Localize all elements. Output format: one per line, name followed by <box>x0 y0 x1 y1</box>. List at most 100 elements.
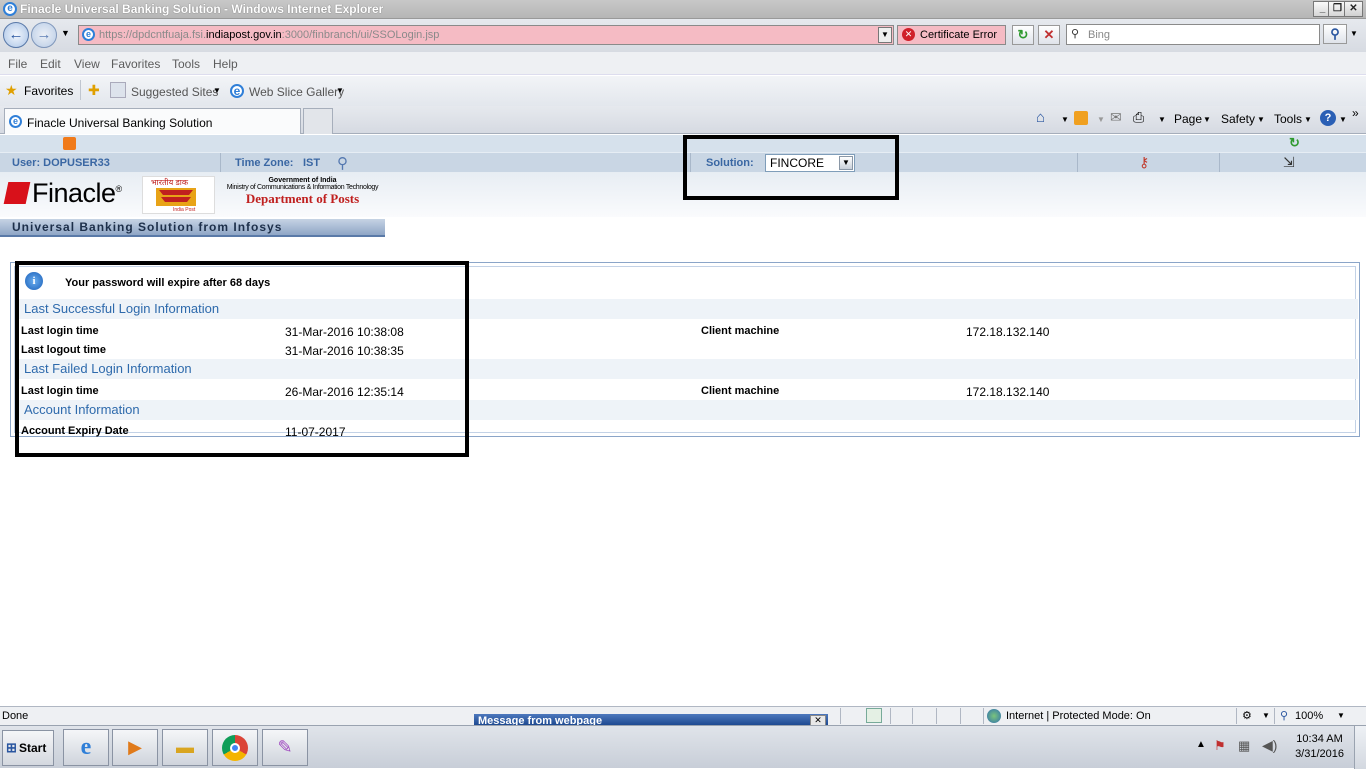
india-post-english-text: India Post <box>173 207 196 213</box>
protected-mode-dropdown-icon[interactable]: ▼ <box>1262 711 1270 720</box>
recent-pages-dropdown-icon[interactable]: ▼ <box>61 28 70 38</box>
web-slice-gallery-link[interactable]: Web Slice Gallery <box>249 85 344 99</box>
add-favorites-icon[interactable]: ✚ <box>88 82 100 99</box>
tools-dropdown-icon[interactable]: ▼ <box>1304 115 1312 124</box>
menu-edit[interactable]: Edit <box>40 57 61 71</box>
navigation-bar: ← → ▼ e https://dpdcntfuaja.fsi.indiapos… <box>0 19 1366 52</box>
safety-menu[interactable]: Safety <box>1221 112 1255 126</box>
finacle-logo: Finacle® <box>3 178 122 209</box>
solution-highlight-box <box>683 135 899 200</box>
failed-client-machine-value: 172.18.132.140 <box>966 385 1050 399</box>
menu-file[interactable]: File <box>8 57 27 71</box>
divider <box>1219 153 1220 173</box>
address-url: https://dpdcntfuaja.fsi.indiapost.gov.in… <box>99 29 440 41</box>
divider <box>220 153 221 173</box>
rss-icon[interactable] <box>63 137 76 150</box>
feeds-dropdown-icon[interactable]: ▼ <box>1097 115 1105 124</box>
volume-icon[interactable]: ◀) <box>1262 737 1277 754</box>
menu-help[interactable]: Help <box>213 57 238 71</box>
back-button[interactable]: ← <box>3 22 29 48</box>
web-slice-dropdown-icon[interactable]: ▼ <box>336 86 344 95</box>
certificate-error-label: Certificate Error <box>920 29 998 41</box>
suggested-sites-link[interactable]: Suggested Sites <box>131 85 218 99</box>
safety-dropdown-icon[interactable]: ▼ <box>1257 115 1265 124</box>
key-icon[interactable]: ⚷ <box>1139 154 1149 171</box>
favorites-star-icon: ★ <box>5 82 18 98</box>
start-label: Start <box>19 741 47 755</box>
zoom-level[interactable]: 100% <box>1295 710 1323 722</box>
divider <box>912 708 913 724</box>
divider <box>890 708 891 724</box>
address-bar[interactable]: e https://dpdcntfuaja.fsi.indiapost.gov.… <box>78 25 894 45</box>
feeds-icon[interactable] <box>1074 111 1088 125</box>
forward-button[interactable]: → <box>31 22 57 48</box>
help-dropdown-icon[interactable]: ▼ <box>1339 115 1347 124</box>
network-icon[interactable]: ▦ <box>1238 738 1250 754</box>
search-icon: ⚲ <box>1071 28 1080 40</box>
finacle-logo-text: Finacle <box>32 178 116 208</box>
divider <box>1236 708 1237 724</box>
favorites-bar: ★ Favorites ✚ Suggested Sites ▼ e Web Sl… <box>0 76 1366 106</box>
tab-title: Finacle Universal Banking Solution <box>27 116 213 130</box>
status-text: Done <box>2 710 29 722</box>
protected-mode-icon[interactable]: ⚙ <box>1242 709 1252 722</box>
show-hidden-icons-icon[interactable]: ▲ <box>1196 739 1206 750</box>
refresh-button[interactable]: ↻ <box>1012 25 1034 45</box>
zoom-icon[interactable]: ⚲ <box>1280 709 1288 722</box>
tools-menu[interactable]: Tools <box>1274 112 1302 126</box>
page-dropdown-icon[interactable]: ▼ <box>1203 115 1211 124</box>
system-clock[interactable]: 10:34 AM 3/31/2016 <box>1295 732 1344 762</box>
client-machine-label: Client machine <box>701 325 780 337</box>
taskbar-explorer-icon[interactable]: ▬ <box>162 729 208 766</box>
taskbar-media-player-icon[interactable]: ▶ <box>112 729 158 766</box>
clock-time: 10:34 AM <box>1296 733 1343 745</box>
certificate-error-button[interactable]: ✕ Certificate Error <box>897 25 1006 45</box>
zoom-dropdown-icon[interactable]: ▼ <box>1337 711 1345 720</box>
search-button[interactable]: ⚲ <box>1323 24 1347 44</box>
logout-icon[interactable]: ⇲ <box>1283 154 1295 171</box>
show-desktop-button[interactable] <box>1354 726 1366 769</box>
favorites-button[interactable]: Favorites <box>24 84 73 98</box>
menu-favorites[interactable]: Favorites <box>111 57 160 71</box>
print-dropdown-icon[interactable]: ▼ <box>1158 115 1166 124</box>
user-label: User: DOPUSER33 <box>12 157 110 169</box>
divider <box>1274 708 1275 724</box>
more-commands-icon[interactable]: » <box>1352 106 1359 120</box>
address-dropdown-icon[interactable]: ▼ <box>878 27 892 43</box>
menu-tools[interactable]: Tools <box>172 57 200 71</box>
tab-finacle[interactable]: e Finacle Universal Banking Solution <box>4 108 301 134</box>
page-menu[interactable]: Page <box>1174 112 1202 126</box>
page-icon: e <box>82 28 95 41</box>
shield-error-icon: ✕ <box>902 28 915 41</box>
suggested-sites-dropdown-icon[interactable]: ▼ <box>213 86 221 95</box>
menu-bar: File Edit View Favorites Tools Help <box>0 52 1366 75</box>
stop-button[interactable]: ✕ <box>1038 25 1060 45</box>
new-tab-button[interactable] <box>303 108 333 134</box>
read-mail-icon[interactable]: ✉ <box>1110 109 1122 126</box>
failed-client-machine-label: Client machine <box>701 385 780 397</box>
taskbar-ie-icon[interactable]: e <box>63 729 109 766</box>
ie-icon: e <box>3 2 17 16</box>
start-button[interactable]: ⊞ Start <box>2 730 54 766</box>
print-icon[interactable]: ⎙ <box>1133 109 1144 126</box>
home-icon[interactable]: ⌂ <box>1036 109 1045 126</box>
refresh-app-icon[interactable]: ↻ <box>1289 136 1303 150</box>
divider <box>1077 153 1078 173</box>
close-window-button[interactable]: ✕ <box>1344 1 1363 17</box>
security-zone-text[interactable]: Internet | Protected Mode: On <box>1006 710 1151 722</box>
tab-bar: e Finacle Universal Banking Solution ⌂ ▼… <box>0 106 1366 134</box>
taskbar-chrome-icon[interactable] <box>212 729 258 766</box>
universal-banking-banner: Universal Banking Solution from Infosys <box>0 219 385 237</box>
internet-zone-icon <box>987 709 1001 723</box>
department-of-posts-header: Government of India Ministry of Communic… <box>220 177 385 207</box>
home-dropdown-icon[interactable]: ▼ <box>1061 115 1069 124</box>
search-icon[interactable]: ⚲ <box>337 154 348 172</box>
menu-view[interactable]: View <box>74 57 100 71</box>
tab-page-icon: e <box>9 115 22 128</box>
action-center-icon[interactable]: ⚑ <box>1214 738 1226 754</box>
search-options-icon[interactable]: ▼ <box>1350 29 1358 38</box>
taskbar-paint-icon[interactable]: ✎ <box>262 729 308 766</box>
windows-logo-icon: ⊞ <box>6 740 17 755</box>
search-input[interactable]: ⚲ Bing <box>1066 24 1320 45</box>
help-icon[interactable]: ? <box>1320 110 1336 126</box>
